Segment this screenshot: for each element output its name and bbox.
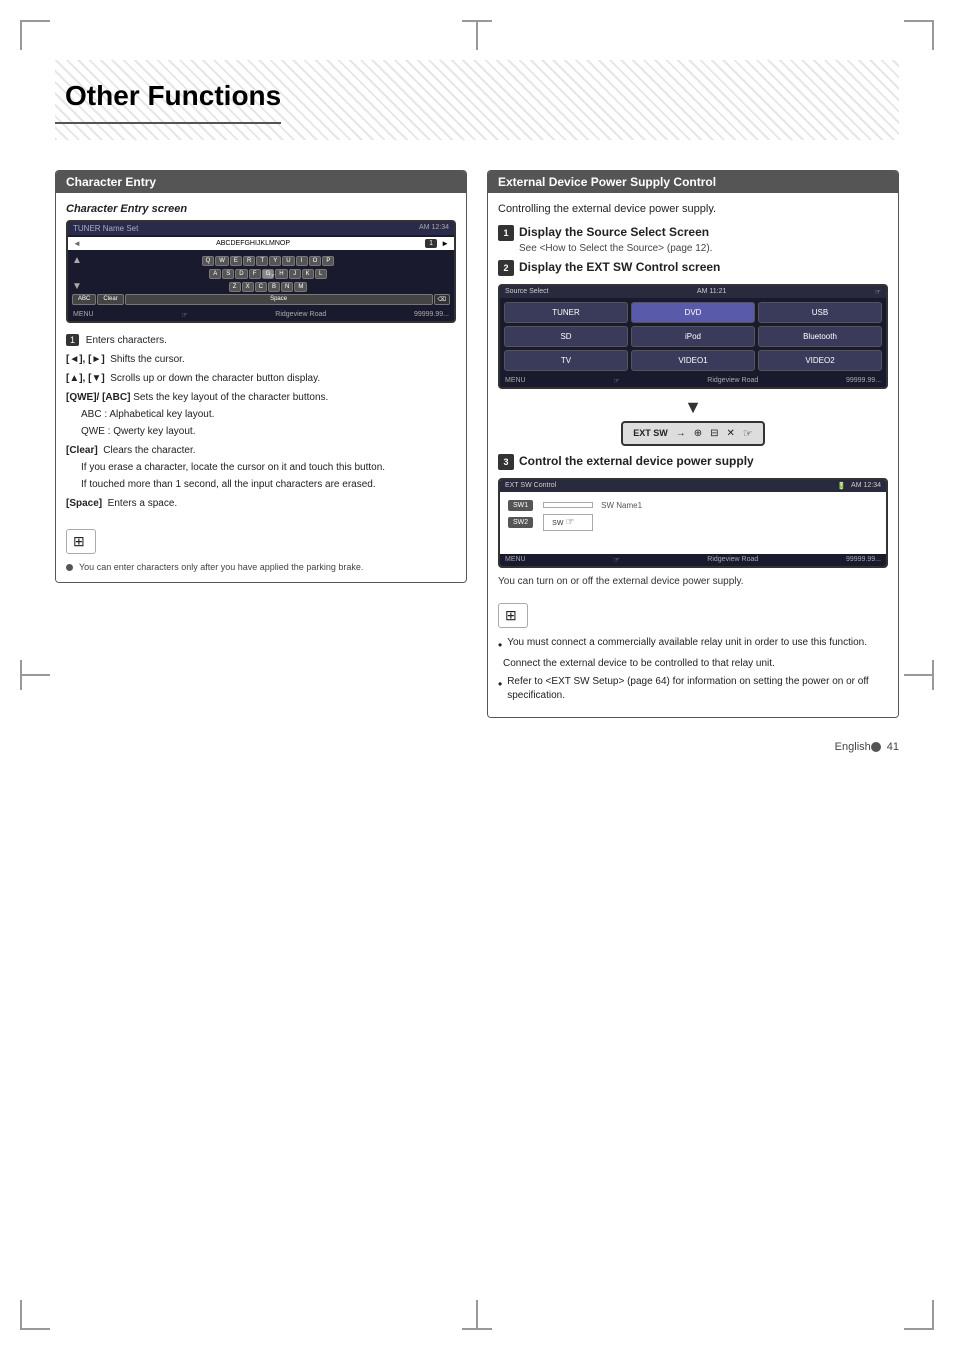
character-entry-header: Character Entry [56, 171, 466, 193]
ext-note-list: • You must connect a commercially availa… [498, 636, 888, 704]
ext-ctrl-bottom-bar: MENU ☞ Ridgeview Road 99999.99... [500, 554, 886, 566]
char-screen-title-bar: TUNER Name Set AM 12:34 [68, 222, 454, 235]
step-1-content: Display the Source Select Screen See <Ho… [519, 225, 712, 254]
ext-sw-bar-wrapper: EXT SW → ⊕ ⊟ ✕ ☞ [498, 421, 888, 446]
item-clear-note1: If you erase a character, locate the cur… [66, 460, 456, 475]
ext-note-box: ⊞ [498, 603, 528, 628]
ext-device-body: Controlling the external device power su… [488, 193, 898, 717]
source-btn-ipod: iPod [631, 326, 755, 347]
sw2-row: SW2 SW ☞ [508, 514, 878, 531]
step-3-title: Control the external device power supply [519, 454, 754, 470]
ext-intro: Controlling the external device power su… [498, 203, 888, 215]
step-3-content: Control the external device power supply [519, 454, 754, 470]
item-clear: [Clear] Clears the character. [66, 443, 456, 458]
ext-sw-hand-icon: ☞ [743, 427, 753, 440]
step-1-desc: See <How to Select the Source> (page 12)… [519, 243, 712, 254]
corner-mark-br [904, 1300, 934, 1330]
source-btn-video1: VIDEO1 [631, 350, 755, 371]
ext-ctrl-battery-icon: 🔋 [837, 482, 846, 490]
item-cursor: [◄], [►] Shifts the cursor. [66, 352, 456, 367]
step-1-title: Display the Source Select Screen [519, 225, 712, 241]
item-qwe: QWE : Qwerty key layout. [66, 424, 456, 439]
char-note-text: You can enter characters only after you … [66, 562, 456, 572]
footer-dot [871, 742, 881, 752]
sw1-row: SW1 SW Name1 [508, 500, 878, 511]
item-enters-chars: 1 Enters characters. [66, 333, 456, 348]
crosshair-bot-v [476, 1300, 478, 1330]
step-1-row: 1 Display the Source Select Screen See <… [498, 225, 888, 254]
step-3-desc: You can turn on or off the external devi… [498, 576, 888, 587]
page-title: Other Functions [55, 60, 281, 124]
source-select-screen: Source Select AM 11:21 ☞ TUNER DVD USB S… [498, 284, 888, 389]
char-entry-screen: TUNER Name Set AM 12:34 ◄ ABCDEFGHIJKLMN… [66, 220, 456, 323]
item-scroll: [▲], [▼] Scrolls up or down the characte… [66, 371, 456, 386]
source-btn-usb: USB [758, 302, 882, 323]
bullet-icon [66, 564, 73, 571]
ext-sw-minus-icon: ⊟ [710, 428, 718, 439]
right-column: External Device Power Supply Control Con… [487, 170, 899, 718]
ext-ctrl-top-bar: EXT SW Control 🔋 AM 12:34 [500, 480, 886, 492]
note-item-2: Connect the external device to be contro… [498, 657, 888, 671]
arrow-down-1: ▼ [498, 397, 888, 418]
ext-ctrl-screen: EXT SW Control 🔋 AM 12:34 SW1 SW Name1 [498, 478, 888, 568]
ext-sw-x-icon: ✕ [727, 428, 735, 439]
step-2-title: Display the EXT SW Control screen [519, 260, 720, 276]
ext-note-icon: ⊞ [505, 607, 517, 624]
page-footer: English 41 [835, 741, 899, 753]
character-entry-section: Character Entry Character Entry screen T… [55, 170, 467, 583]
source-button-grid: TUNER DVD USB SD iPod Bluetooth TV VIDEO… [500, 298, 886, 375]
char-entry-item-list: 1 Enters characters. [◄], [►] Shifts the… [66, 333, 456, 511]
note-item-3: • Refer to <EXT SW Setup> (page 64) for … [498, 675, 888, 703]
item-layout: [QWE]/ [ABC] Sets the key layout of the … [66, 390, 456, 405]
ext-device-header: External Device Power Supply Control [488, 171, 898, 193]
sw2-hand-icon: ☞ [565, 517, 574, 528]
char-note-box: ⊞ [66, 529, 96, 554]
left-column: Character Entry Character Entry screen T… [55, 170, 467, 583]
step-2-badge: 2 [498, 260, 514, 276]
note-item-1: • You must connect a commercially availa… [498, 636, 888, 654]
sw2-label: SW2 [508, 517, 533, 528]
step-3-badge: 3 [498, 454, 514, 470]
source-top-bar: Source Select AM 11:21 ☞ [500, 286, 886, 298]
char-input-bar: ◄ ABCDEFGHIJKLMNOP 1 ► [68, 237, 454, 250]
sw-name-label: SW Name1 [601, 501, 642, 510]
source-btn-bluetooth: Bluetooth [758, 326, 882, 347]
ext-note-area: ⊞ • You must connect a commercially avai… [498, 595, 888, 704]
corner-mark-bl [20, 1300, 50, 1330]
bullet-icon-3: • [498, 676, 502, 693]
step-2-row: 2 Display the EXT SW Control screen [498, 260, 888, 276]
step-3-row: 3 Control the external device power supp… [498, 454, 888, 470]
page-header: Other Functions [55, 60, 899, 140]
step-2-content: Display the EXT SW Control screen [519, 260, 720, 276]
item-abc: ABC : Alphabetical key layout. [66, 407, 456, 422]
bullet-icon-1: • [498, 637, 502, 654]
char-screen-bottom: MENU ☞ Ridgeview Road 99999.99... [68, 309, 454, 321]
ext-ctrl-content: SW1 SW Name1 SW2 SW ☞ [500, 492, 886, 554]
item-clear-note2: If touched more than 1 second, all the i… [66, 477, 456, 492]
ext-sw-label: EXT SW [633, 428, 668, 438]
source-btn-sd: SD [504, 326, 628, 347]
ext-device-section: External Device Power Supply Control Con… [487, 170, 899, 718]
char-screen-subtitle: Character Entry screen [66, 203, 456, 215]
character-entry-body: Character Entry screen TUNER Name Set AM… [56, 193, 466, 582]
ext-sw-bar: EXT SW → ⊕ ⊟ ✕ ☞ [621, 421, 765, 446]
step-1-badge: 1 [498, 225, 514, 241]
char-note-area: ⊞ You can enter characters only after yo… [66, 521, 456, 572]
ext-sw-arrow-icon: → [676, 428, 686, 439]
source-btn-tuner: TUNER [504, 302, 628, 323]
sw1-value [543, 502, 593, 508]
source-btn-dvd: DVD [631, 302, 755, 323]
ext-sw-plus-icon: ⊕ [694, 428, 702, 439]
note-icon: ⊞ [73, 533, 85, 550]
source-btn-tv: TV [504, 350, 628, 371]
source-bottom-bar: MENU ☞ Ridgeview Road 99999.99... [500, 375, 886, 387]
source-btn-video2: VIDEO2 [758, 350, 882, 371]
item-space: [Space] Enters a space. [66, 496, 456, 511]
sw2-value: SW ☞ [543, 514, 593, 531]
sw1-label: SW1 [508, 500, 533, 511]
